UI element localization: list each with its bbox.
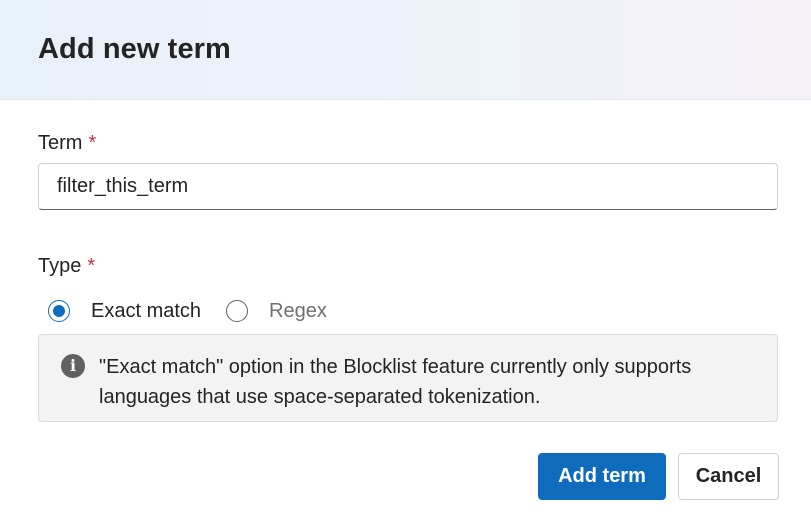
dialog-title: Add new term	[38, 33, 231, 65]
term-input[interactable]	[38, 163, 778, 210]
radio-checked-icon[interactable]	[48, 300, 70, 322]
radio-exact-match[interactable]: Exact match	[48, 300, 201, 323]
radio-regex[interactable]: Regex	[226, 300, 327, 323]
add-term-dialog: Add new term Term* Type* Exact match Reg…	[0, 0, 811, 514]
add-term-button[interactable]: Add term	[538, 453, 666, 500]
type-label: Type	[38, 255, 82, 277]
info-icon: i	[61, 354, 85, 378]
type-required-mark: *	[87, 255, 96, 277]
term-label-row: Term *	[38, 132, 96, 155]
cancel-button[interactable]: Cancel	[678, 453, 779, 500]
radio-regex-label[interactable]: Regex	[269, 300, 327, 323]
info-message-bar: i "Exact match" option in the Blocklist …	[38, 334, 778, 422]
radio-unchecked-icon[interactable]	[226, 300, 249, 322]
dialog-header: Add new term	[0, 0, 811, 100]
term-label: Term	[38, 132, 83, 154]
type-radio-group: Exact match Regex	[48, 297, 327, 325]
type-label-row: Type *	[38, 255, 95, 278]
term-required-mark: *	[88, 132, 97, 154]
radio-exact-match-label[interactable]: Exact match	[91, 300, 201, 323]
info-message: "Exact match" option in the Blocklist fe…	[99, 356, 692, 408]
radio-dot-icon	[53, 305, 65, 317]
